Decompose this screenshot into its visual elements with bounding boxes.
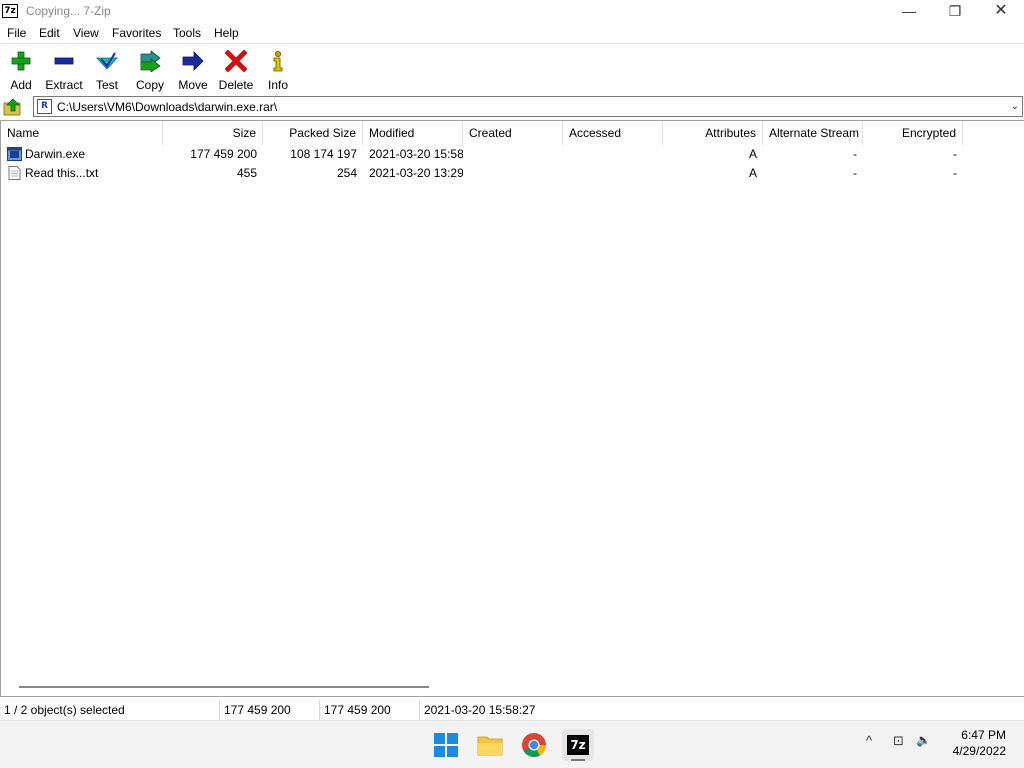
- file-name: Darwin.exe: [25, 147, 86, 161]
- close-button[interactable]: ✕: [978, 0, 1024, 23]
- file-alt-stream: -: [853, 166, 857, 180]
- file-attributes: A: [748, 166, 757, 180]
- column-modified[interactable]: Modified: [363, 121, 463, 145]
- column-packed-size[interactable]: Packed Size: [263, 121, 363, 145]
- address-bar: R C:\Users\VM6\Downloads\darwin.exe.rar\…: [0, 96, 1024, 118]
- 7zip-app-icon: 7z: [2, 4, 18, 18]
- file-alt-stream: -: [853, 147, 857, 161]
- maximize-button[interactable]: ❐: [932, 0, 978, 23]
- start-icon[interactable]: [430, 729, 462, 761]
- chrome-icon[interactable]: [518, 729, 550, 761]
- file-list: Name Size Packed Size Modified Created A…: [0, 120, 1024, 697]
- info-label: Info: [267, 78, 288, 92]
- delete-label: Delete: [218, 78, 254, 92]
- menu-edit[interactable]: Edit: [39, 26, 60, 40]
- taskbar: 7z ^ ⊡ 🔈 6:47 PM 4/29/2022: [0, 720, 1024, 768]
- copy-icon: [140, 50, 161, 72]
- column-size[interactable]: Size: [163, 121, 263, 145]
- menu-favorites[interactable]: Favorites: [112, 26, 161, 40]
- menu-bar: File Edit View Favorites Tools Help: [0, 23, 1024, 43]
- file-encrypted: -: [953, 166, 957, 180]
- file-name: Read this...txt: [25, 166, 99, 180]
- test-label: Test: [95, 78, 118, 92]
- chevron-down-icon[interactable]: ⌄: [1011, 101, 1019, 112]
- extract-icon: [54, 57, 74, 65]
- clock-date: 4/29/2022: [952, 744, 1006, 758]
- folder-up-icon[interactable]: [3, 98, 23, 116]
- column-created[interactable]: Created: [463, 121, 563, 145]
- file-attributes: A: [748, 147, 757, 161]
- file-encrypted: -: [953, 147, 957, 161]
- menu-file[interactable]: File: [7, 26, 26, 40]
- file-packed-size: 108 174 197: [290, 147, 357, 161]
- volume-icon[interactable]: 🔈: [916, 733, 931, 747]
- window-title: Copying... 7-Zip: [26, 4, 111, 18]
- status-packed: 177 459 200: [320, 700, 420, 720]
- menu-view[interactable]: View: [73, 26, 99, 40]
- title-bar: 7z Copying... 7-Zip — ❐ ✕: [0, 0, 1024, 23]
- status-modified: 2021-03-20 15:58:27: [424, 703, 536, 717]
- delete-icon: [225, 50, 247, 72]
- file-size: 455: [236, 166, 257, 180]
- file-modified: 2021-03-20 13:29: [369, 166, 463, 180]
- network-icon[interactable]: ⊡: [893, 733, 904, 749]
- toolbar: Add Extract Test Copy Move Delete Info: [0, 43, 1024, 95]
- chevron-up-icon[interactable]: ^: [866, 733, 872, 748]
- add-icon: [11, 51, 31, 71]
- test-button[interactable]: Test: [84, 48, 130, 94]
- horizontal-scrollbar[interactable]: [19, 686, 429, 688]
- column-attributes[interactable]: Attributes: [663, 121, 763, 145]
- table-row[interactable]: Read this...txt 455 254 2021-03-20 13:29…: [1, 164, 1024, 183]
- column-alternate-stream[interactable]: Alternate Stream: [763, 121, 863, 145]
- status-size: 177 459 200: [220, 700, 320, 720]
- copy-button[interactable]: Copy: [127, 48, 173, 94]
- delete-button[interactable]: Delete: [213, 48, 259, 94]
- add-label: Add: [10, 78, 32, 92]
- extract-label: Extract: [45, 78, 83, 92]
- clock-time: 6:47 PM: [961, 728, 1006, 742]
- status-bar: 1 / 2 object(s) selected 177 459 200 177…: [0, 700, 1024, 720]
- menu-help[interactable]: Help: [214, 26, 239, 40]
- move-button[interactable]: Move: [170, 48, 216, 94]
- menu-tools[interactable]: Tools: [173, 26, 201, 40]
- copy-label: Copy: [135, 78, 164, 92]
- path-input[interactable]: R C:\Users\VM6\Downloads\darwin.exe.rar\…: [33, 96, 1023, 117]
- file-explorer-icon[interactable]: [474, 729, 506, 761]
- column-name[interactable]: Name: [1, 121, 163, 145]
- add-button[interactable]: Add: [0, 48, 44, 94]
- column-header: Name Size Packed Size Modified Created A…: [1, 121, 1024, 145]
- status-selection: 1 / 2 object(s) selected: [0, 700, 220, 720]
- move-icon: [182, 51, 204, 71]
- 7zip-icon[interactable]: 7z: [562, 729, 594, 761]
- file-size: 177 459 200: [190, 147, 257, 161]
- extract-button[interactable]: Extract: [41, 48, 87, 94]
- path-text: C:\Users\VM6\Downloads\darwin.exe.rar\: [57, 100, 278, 114]
- file-modified: 2021-03-20 15:58: [369, 147, 463, 161]
- clock[interactable]: 6:47 PM 4/29/2022: [953, 727, 1006, 759]
- move-label: Move: [178, 78, 208, 92]
- column-encrypted[interactable]: Encrypted: [863, 121, 963, 145]
- file-packed-size: 254: [336, 166, 357, 180]
- column-accessed[interactable]: Accessed: [563, 121, 663, 145]
- info-button[interactable]: Info: [255, 48, 301, 94]
- table-row[interactable]: Darwin.exe 177 459 200 108 174 197 2021-…: [1, 145, 1024, 164]
- test-icon: [96, 52, 118, 70]
- 7zip-taskbar-label: 7z: [567, 735, 589, 755]
- archive-icon: R: [37, 99, 52, 114]
- info-icon: [273, 51, 283, 72]
- minimize-button[interactable]: —: [886, 0, 932, 23]
